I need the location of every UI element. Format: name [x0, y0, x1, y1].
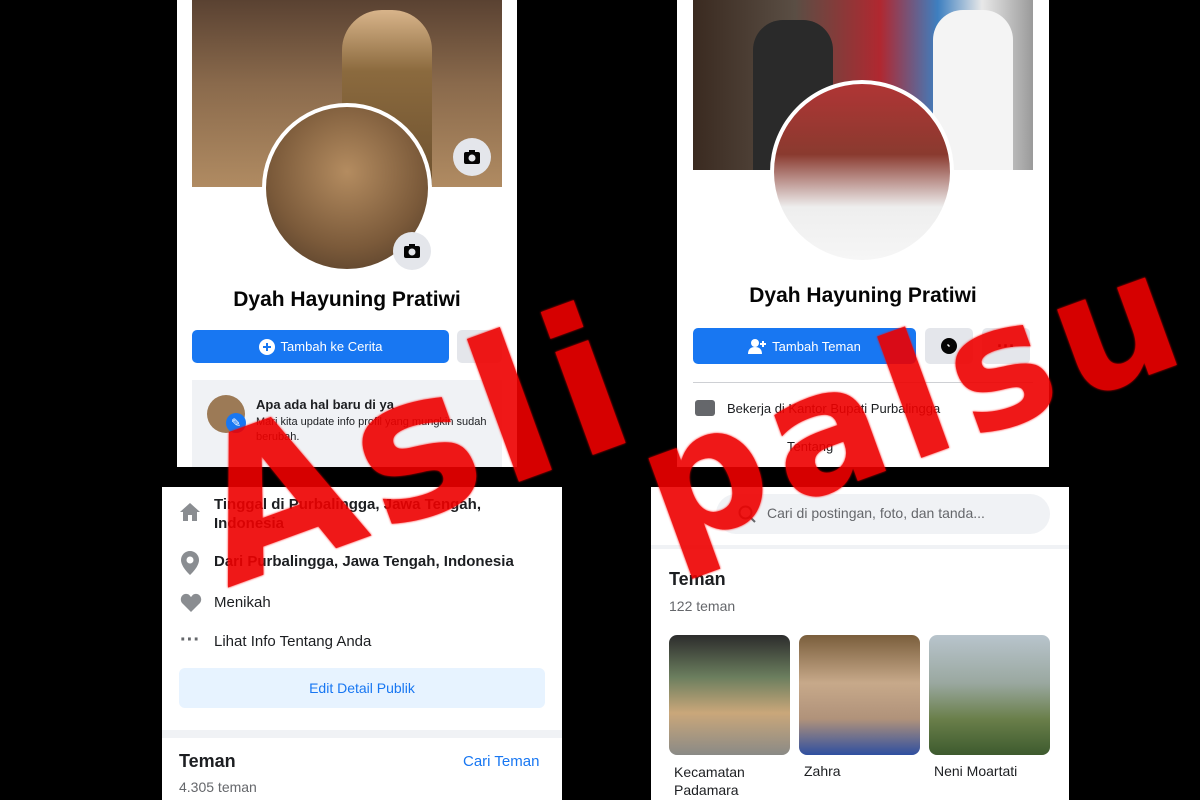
- find-friends-link[interactable]: Cari Teman: [463, 753, 539, 770]
- more-dots-icon: ···: [180, 629, 200, 651]
- friend-photo: [929, 635, 1050, 755]
- friend-name: Neni Moartati: [934, 763, 1018, 779]
- friend-card[interactable]: Zahra: [799, 635, 920, 779]
- friend-photo: [799, 635, 920, 755]
- friend-card[interactable]: Kecamatan Padamara: [669, 635, 790, 799]
- heart-icon: [180, 593, 202, 618]
- camera-icon: [464, 150, 480, 164]
- edit-public-details-button[interactable]: Edit Detail Publik: [179, 668, 545, 708]
- edit-public-details-label: Edit Detail Publik: [309, 680, 415, 696]
- plus-circle-icon: [258, 338, 275, 355]
- friend-card[interactable]: Neni Moartati: [929, 635, 1050, 779]
- friend-name: Zahra: [804, 763, 841, 779]
- friend-photo: [669, 635, 790, 755]
- friends-count: 122 teman: [669, 598, 736, 614]
- location-pin-icon: [181, 551, 199, 580]
- camera-icon: [404, 244, 420, 258]
- cover-camera-button[interactable]: [453, 138, 491, 176]
- friends-count: 4.305 teman: [179, 779, 257, 795]
- see-about-link[interactable]: Lihat Info Tentang Anda: [214, 633, 371, 650]
- friend-name: Kecamatan Padamara: [674, 764, 745, 798]
- friends-heading: Teman: [179, 751, 236, 771]
- avatar-camera-button[interactable]: [393, 232, 431, 270]
- section-divider: [162, 730, 562, 738]
- profile-avatar[interactable]: [770, 80, 954, 264]
